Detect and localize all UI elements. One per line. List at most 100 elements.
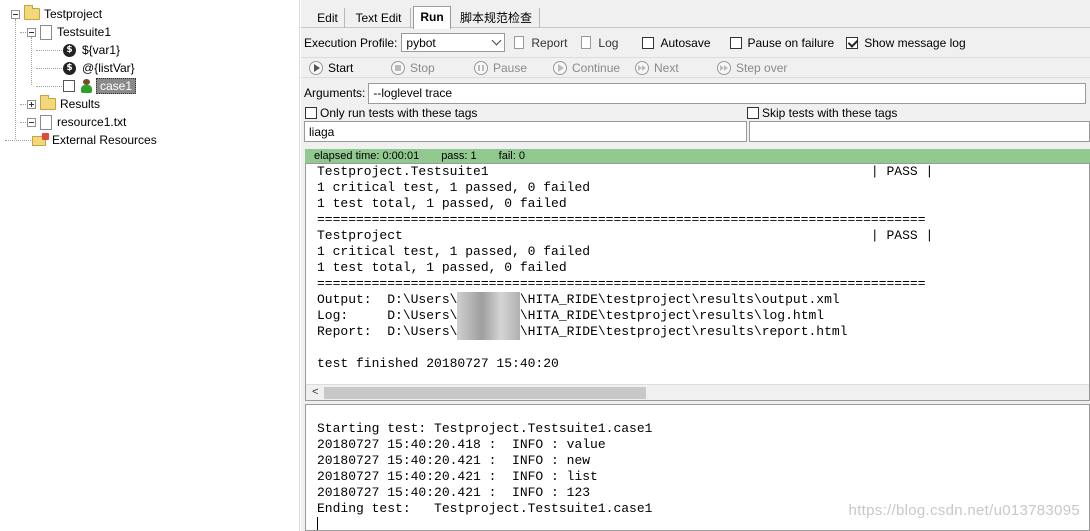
arguments-input[interactable]: --loglevel trace (368, 82, 1087, 104)
continue-button[interactable]: Continue (553, 60, 635, 75)
step-over-label: Step over (736, 60, 788, 75)
output-line: Testproject.Testsuite1 | PASS | (317, 164, 934, 179)
autosave-checkbox[interactable] (642, 36, 655, 49)
message-log-line: 20180727 15:40:20.421 : INFO : new (317, 453, 591, 468)
report-icon (514, 36, 525, 49)
report-path-prefix: Report: D:\Users\ (317, 324, 458, 339)
tree-item-project[interactable]: Testproject (11, 5, 102, 23)
run-panel: Edit Text Edit Run 脚本规范检查 Execution Prof… (301, 0, 1090, 531)
testcase-icon (80, 79, 93, 93)
text-cursor-line (306, 517, 1089, 530)
message-log-line: Starting test: Testproject.Testsuite1.ca… (317, 421, 653, 436)
pause-on-failure-checkbox[interactable] (729, 36, 742, 49)
tree-connector (15, 19, 16, 139)
log-path-prefix: Log: D:\Users\ (317, 308, 458, 323)
tree-item-external[interactable]: External Resources (32, 131, 157, 149)
tree-label-testcase: case1 (96, 78, 137, 94)
tab-run[interactable]: Run (413, 6, 451, 29)
start-button[interactable]: Start (309, 60, 391, 75)
tags-row: Only run tests with these tags Skip test… (301, 104, 1090, 121)
collapse-toggle[interactable] (27, 27, 36, 37)
pause-icon (474, 60, 488, 75)
stop-label: Stop (410, 60, 435, 75)
tree-label-results: Results (60, 97, 101, 111)
tree-item-suite[interactable]: Testsuite1 (27, 23, 111, 41)
step-over-button[interactable]: Step over (717, 60, 788, 75)
only-run-tags-label: Only run tests with these tags (320, 105, 478, 120)
collapse-toggle[interactable] (11, 9, 20, 19)
tree-item-testcase[interactable]: case1 (63, 77, 137, 95)
tree-item-results[interactable]: Results (27, 95, 100, 113)
tree-connector (36, 50, 62, 51)
next-icon (635, 60, 649, 75)
run-status-bar: elapsed time: 0:00:01 pass: 1 fail: 0 (305, 149, 1090, 163)
output-line: 1 test total, 1 passed, 0 failed (317, 260, 567, 275)
tree-item-resource[interactable]: resource1.txt (27, 113, 126, 131)
skip-tags-checkbox[interactable] (747, 106, 759, 119)
tree-connector (36, 68, 62, 69)
pass-count: pass: 1 (441, 150, 477, 162)
tree-connector (31, 37, 32, 85)
tree-label-listvar: @{listVar} (82, 61, 135, 75)
output-path-prefix: Output: D:\Users\ (317, 292, 458, 307)
output-line: 1 critical test, 1 passed, 0 failed (317, 244, 591, 259)
report-path-suffix: \HITA_RIDE\testproject\results\report.ht… (519, 324, 848, 339)
collapse-toggle[interactable] (27, 117, 36, 127)
profile-select[interactable]: pybot (401, 33, 506, 52)
expand-toggle[interactable] (27, 99, 36, 109)
folder-icon (24, 5, 40, 20)
output-line: 1 test total, 1 passed, 0 failed (317, 196, 567, 211)
file-icon (40, 114, 52, 130)
pause-button[interactable]: Pause (474, 60, 553, 75)
scrollbar-thumb[interactable] (324, 387, 646, 399)
continue-label: Continue (572, 60, 621, 75)
autosave-label: Autosave (660, 35, 711, 50)
step-over-icon (717, 60, 731, 75)
testcase-checkbox[interactable] (63, 80, 75, 92)
continue-icon (553, 60, 567, 75)
watermark: https://blog.csdn.net/u013783095 (848, 502, 1080, 519)
tree-item-listvar[interactable]: $ @{listVar} (63, 59, 135, 77)
stop-icon (391, 60, 405, 75)
elapsed-time: elapsed time: 0:00:01 (314, 150, 420, 162)
only-run-tags-checkbox[interactable] (305, 106, 317, 119)
scroll-left-icon[interactable]: < (312, 387, 319, 399)
log-icon (581, 36, 592, 49)
next-button[interactable]: Next (635, 60, 717, 75)
show-message-log-label: Show message log (864, 35, 966, 50)
editor-tabs: Edit Text Edit Run 脚本规范检查 (301, 6, 1090, 29)
output-path-line: Output: D:\Users\xxxxxxxx\HITA_RIDE\test… (306, 292, 1089, 308)
report-button[interactable]: Report (531, 36, 567, 50)
skip-tags-input[interactable] (749, 121, 1090, 142)
file-icon (40, 24, 52, 40)
output-line: 1 critical test, 1 passed, 0 failed (317, 180, 591, 195)
show-message-log-checkbox[interactable] (846, 36, 859, 49)
redacted-username: xxxxxxxx (457, 308, 520, 324)
output-console[interactable]: Testproject.Testsuite1 | PASS | 1 critic… (305, 163, 1090, 401)
only-run-tags-input[interactable]: liaga (304, 121, 747, 142)
variable-icon: $ (63, 43, 76, 57)
tree-item-var1[interactable]: $ ${var1} (63, 41, 120, 59)
execution-profile-row: Execution Profile: pybot Report Log Auto… (301, 32, 1090, 53)
output-separator: ========================================… (317, 276, 926, 291)
skip-tags-label: Skip tests with these tags (762, 105, 898, 120)
tree-label-resource: resource1.txt (57, 115, 127, 129)
external-resources-icon (32, 133, 49, 147)
chevron-down-icon (491, 35, 502, 46)
profile-select-value: pybot (406, 35, 436, 50)
project-tree: Testproject Testsuite1 $ ${var1} $ @{lis… (0, 0, 300, 531)
tree-connector (36, 86, 62, 87)
stop-button[interactable]: Stop (391, 60, 474, 75)
start-label: Start (328, 60, 354, 75)
tab-text-edit[interactable]: Text Edit (347, 8, 411, 28)
redacted-username: xxxxxxxx (457, 292, 520, 308)
tab-edit[interactable]: Edit (311, 8, 345, 28)
arguments-row: Arguments: --loglevel trace (301, 82, 1090, 104)
run-toolbar: Start Stop Pause Continue Next Step over (301, 57, 1090, 78)
tab-script-check[interactable]: 脚本规范检查 (453, 8, 540, 28)
play-icon (309, 60, 323, 75)
log-button[interactable]: Log (598, 36, 618, 50)
message-log-line: 20180727 15:40:20.421 : INFO : list (317, 469, 598, 484)
horizontal-scrollbar[interactable]: < (306, 384, 1089, 400)
